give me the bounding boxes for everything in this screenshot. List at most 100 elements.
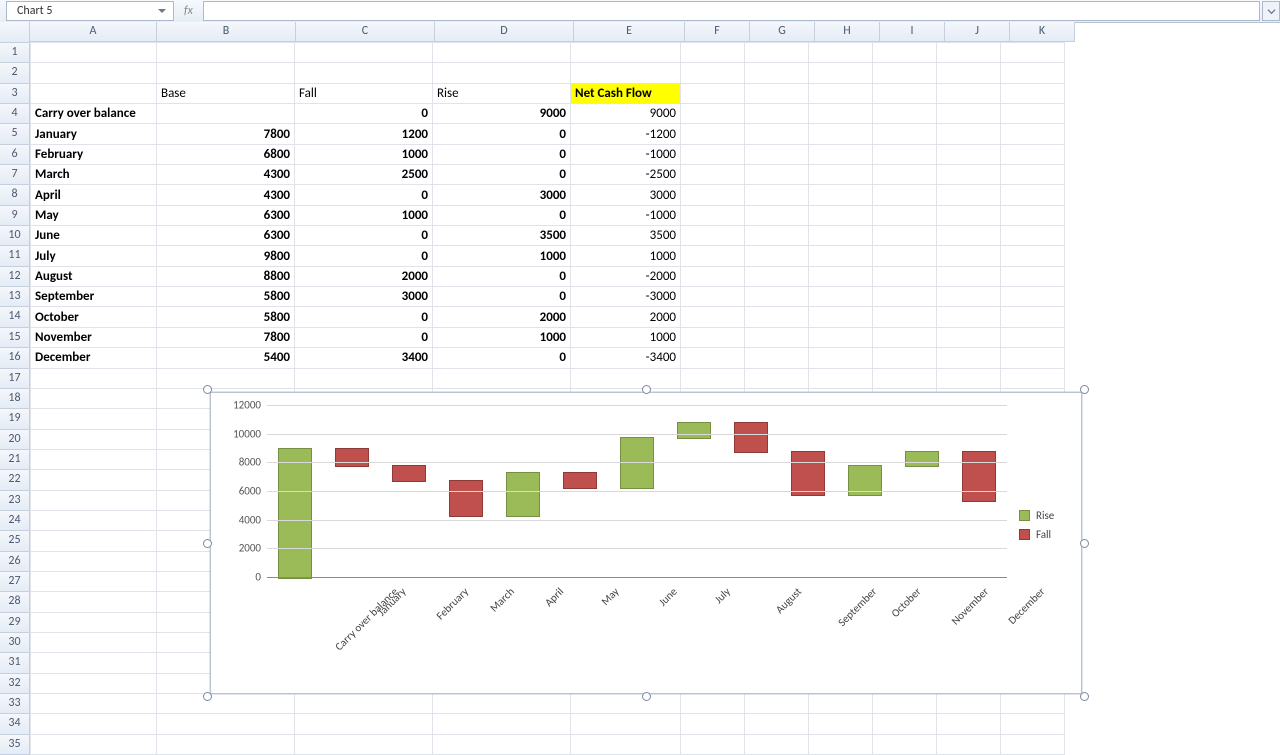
cell[interactable] xyxy=(31,490,157,510)
cell[interactable] xyxy=(745,694,809,714)
cell[interactable] xyxy=(433,694,571,714)
cell[interactable]: 0 xyxy=(295,246,433,266)
cell[interactable]: August xyxy=(31,266,157,286)
formula-bar-expand-icon[interactable] xyxy=(1262,1,1280,21)
cell[interactable]: 0 xyxy=(433,266,571,286)
cell[interactable] xyxy=(1001,348,1065,368)
cell[interactable] xyxy=(681,287,745,307)
cell[interactable] xyxy=(745,307,809,327)
cell[interactable]: 6300 xyxy=(157,226,295,246)
cell[interactable] xyxy=(31,470,157,490)
cell[interactable] xyxy=(809,348,873,368)
cell[interactable]: 3000 xyxy=(571,185,681,205)
cell[interactable] xyxy=(31,510,157,530)
row-header[interactable]: 32 xyxy=(0,674,30,694)
cell[interactable]: -3000 xyxy=(571,287,681,307)
row-header[interactable]: 17 xyxy=(0,369,30,389)
cell[interactable] xyxy=(295,63,433,83)
cell[interactable] xyxy=(809,144,873,164)
cell[interactable]: 2000 xyxy=(295,266,433,286)
cell[interactable]: 0 xyxy=(295,185,433,205)
cell[interactable] xyxy=(295,694,433,714)
row-header[interactable]: 13 xyxy=(0,287,30,307)
cell[interactable]: Rise xyxy=(433,83,571,103)
cell[interactable] xyxy=(745,43,809,63)
cell[interactable] xyxy=(31,449,157,469)
column-header[interactable]: F xyxy=(685,22,750,42)
column-header[interactable]: E xyxy=(574,22,685,42)
row-header[interactable]: 6 xyxy=(0,145,30,165)
row-header[interactable]: 29 xyxy=(0,613,30,633)
cell[interactable] xyxy=(745,714,809,734)
cell[interactable] xyxy=(809,368,873,388)
cell[interactable] xyxy=(681,348,745,368)
cell[interactable] xyxy=(937,246,1001,266)
cell[interactable] xyxy=(1001,307,1065,327)
row-header[interactable]: 33 xyxy=(0,694,30,714)
cell[interactable]: 4300 xyxy=(157,165,295,185)
fx-icon[interactable]: fx xyxy=(184,4,193,18)
cell[interactable] xyxy=(681,694,745,714)
cell[interactable] xyxy=(873,734,937,754)
cell[interactable] xyxy=(295,43,433,63)
cell[interactable] xyxy=(571,714,681,734)
cell[interactable] xyxy=(873,124,937,144)
cell[interactable] xyxy=(745,63,809,83)
cell[interactable]: 3000 xyxy=(295,287,433,307)
cell[interactable] xyxy=(1001,226,1065,246)
cell[interactable]: 1000 xyxy=(571,246,681,266)
cell[interactable] xyxy=(157,368,295,388)
row-header[interactable]: 22 xyxy=(0,470,30,490)
cell[interactable] xyxy=(433,43,571,63)
row-header[interactable]: 1 xyxy=(0,43,30,63)
cell[interactable]: 0 xyxy=(433,144,571,164)
cell[interactable] xyxy=(745,327,809,347)
chart-legend[interactable]: Rise Fall xyxy=(1019,503,1073,547)
cell[interactable] xyxy=(745,287,809,307)
cell[interactable]: 0 xyxy=(433,124,571,144)
cell[interactable]: 8800 xyxy=(157,266,295,286)
cell[interactable] xyxy=(809,43,873,63)
cell[interactable] xyxy=(937,104,1001,124)
cell[interactable] xyxy=(809,246,873,266)
formula-input[interactable] xyxy=(203,1,1260,21)
column-header[interactable]: D xyxy=(435,22,574,42)
cell[interactable] xyxy=(157,734,295,754)
row-header[interactable]: 12 xyxy=(0,267,30,287)
cell[interactable] xyxy=(873,185,937,205)
cell[interactable] xyxy=(31,429,157,449)
cell[interactable] xyxy=(571,63,681,83)
cell[interactable] xyxy=(937,368,1001,388)
cell[interactable]: October xyxy=(31,307,157,327)
cell[interactable] xyxy=(937,185,1001,205)
cell[interactable]: 1000 xyxy=(571,327,681,347)
cell[interactable] xyxy=(31,368,157,388)
cell[interactable] xyxy=(681,266,745,286)
cell[interactable] xyxy=(937,144,1001,164)
row-header[interactable]: 2 xyxy=(0,63,30,83)
cell[interactable] xyxy=(873,43,937,63)
cell[interactable]: 6800 xyxy=(157,144,295,164)
cell[interactable] xyxy=(745,226,809,246)
cell[interactable] xyxy=(1001,734,1065,754)
cell[interactable]: -1000 xyxy=(571,144,681,164)
cell[interactable]: 7800 xyxy=(157,327,295,347)
row-header[interactable]: 5 xyxy=(0,124,30,144)
cell[interactable] xyxy=(937,287,1001,307)
cell[interactable]: November xyxy=(31,327,157,347)
row-header[interactable]: 14 xyxy=(0,307,30,327)
cell[interactable]: 1000 xyxy=(433,327,571,347)
cell[interactable]: February xyxy=(31,144,157,164)
cell[interactable]: 9000 xyxy=(571,104,681,124)
cell[interactable]: 0 xyxy=(295,104,433,124)
cell[interactable]: 3500 xyxy=(433,226,571,246)
cell[interactable] xyxy=(937,165,1001,185)
cell[interactable] xyxy=(157,694,295,714)
cell[interactable] xyxy=(809,104,873,124)
cell[interactable] xyxy=(1001,63,1065,83)
cell[interactable] xyxy=(681,246,745,266)
cell[interactable] xyxy=(937,266,1001,286)
cell[interactable]: 9800 xyxy=(157,246,295,266)
cell[interactable] xyxy=(31,612,157,632)
cell[interactable] xyxy=(433,734,571,754)
